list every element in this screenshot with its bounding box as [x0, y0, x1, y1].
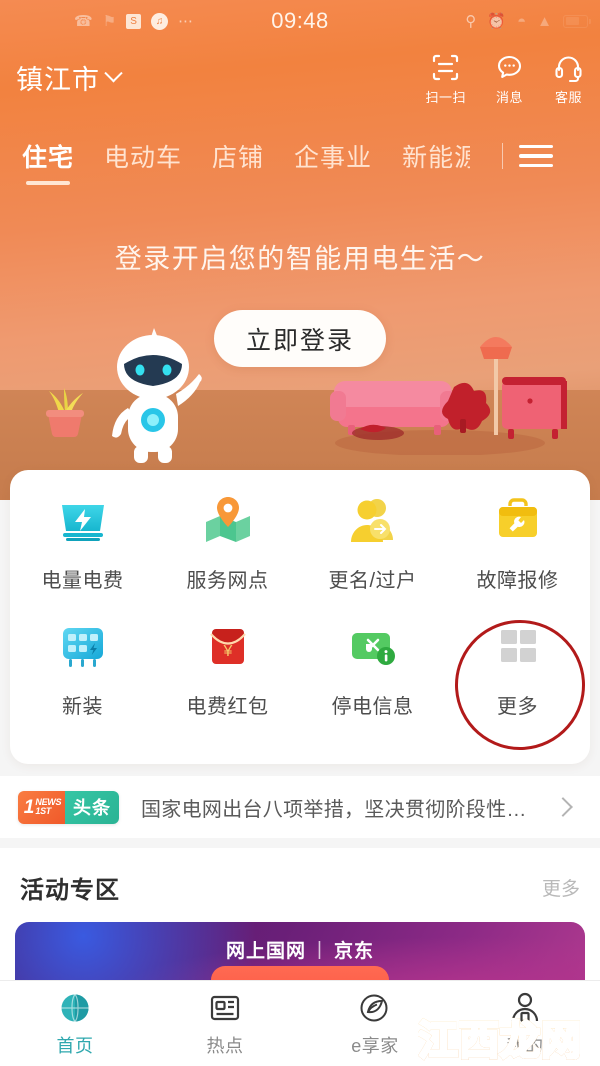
hamburger-menu-icon[interactable] [519, 144, 554, 168]
service-label: 电费红包 [186, 696, 269, 718]
battery-icon [563, 14, 591, 28]
location-icon: ⚲ [465, 12, 477, 30]
login-button[interactable]: 立即登录 [214, 310, 386, 367]
nav-label: 首页 [56, 1035, 94, 1056]
tab-new-energy[interactable]: 新能源 [402, 138, 470, 174]
service-grid: 电量电费 服务网点 更名/过户 故障报修 新装 ¥ 电费红包 停电信息 更多 [10, 470, 590, 744]
message-button[interactable]: 消息 [494, 52, 525, 106]
customer-service-label: 客服 [554, 90, 582, 105]
service-label: 更名/过户 [328, 570, 417, 592]
message-label: 消息 [495, 90, 523, 105]
news-headline[interactable]: 国家电网出台八项举措，坚决贯彻阶段性… [141, 793, 556, 822]
news-badge: 1 NEWS 1ST 头条 [18, 790, 119, 824]
service-new-install[interactable]: 新装 [10, 618, 155, 744]
s-app-icon: S [126, 13, 142, 29]
robot-mascot-illustration [112, 328, 202, 463]
service-electric-bill[interactable]: 电量电费 [10, 492, 155, 618]
service-label: 新装 [62, 696, 103, 718]
tab-shop[interactable]: 店铺 [212, 138, 264, 174]
home-globe-icon [57, 990, 93, 1026]
promo-brand-left: 网上国网 [226, 941, 307, 962]
headset-icon [553, 52, 584, 83]
more-dots-icon: ⋯ [178, 13, 196, 30]
red-envelope-icon: ¥ [200, 618, 256, 674]
news-ticker[interactable]: 1 NEWS 1ST 头条 国家电网出台八项举措，坚决贯彻阶段性… [0, 776, 600, 838]
news-badge-left: 1 NEWS 1ST [18, 790, 65, 824]
switchboard-icon [55, 618, 111, 674]
potted-plant-illustration [46, 388, 84, 437]
user-transfer-icon [345, 492, 401, 548]
nav-label: e享家 [351, 1035, 399, 1056]
nav-home[interactable]: 首页 [0, 981, 150, 1066]
nav-label: 我的 [506, 1035, 544, 1056]
grid-more-icon [490, 618, 546, 674]
service-repair[interactable]: 故障报修 [445, 492, 590, 618]
header-actions: 扫一扫 消息 客服 [425, 48, 584, 106]
chevron-right-icon[interactable] [553, 797, 573, 817]
tab-residential[interactable]: 住宅 [22, 138, 74, 185]
nav-label: 热点 [206, 1035, 244, 1056]
tab-divider [502, 143, 504, 169]
nav-profile[interactable]: 我的 [450, 981, 600, 1066]
promo-brand-right: 京东 [333, 941, 374, 962]
promo-brand-row: 网上国网 | 京东 [15, 936, 585, 963]
service-label: 服务网点 [186, 570, 269, 592]
tab-electric-vehicle[interactable]: 电动车 [104, 138, 182, 174]
electric-meter-icon [55, 492, 111, 548]
service-label: 电量电费 [41, 570, 124, 592]
bell-icon: ⚑ [102, 12, 117, 30]
service-grid-card: 电量电费 服务网点 更名/过户 故障报修 新装 ¥ 电费红包 停电信息 更多 [10, 470, 590, 764]
nav-e-home[interactable]: e享家 [300, 981, 450, 1066]
service-more[interactable]: 更多 [445, 618, 590, 744]
service-label: 故障报修 [476, 570, 559, 592]
activity-title: 活动专区 [20, 877, 120, 904]
status-time: 09:48 [271, 8, 329, 33]
news-hot-icon [207, 990, 243, 1026]
tab-enterprise[interactable]: 企事业 [294, 138, 372, 174]
phone-icon: ☎ [74, 12, 93, 30]
music-app-icon: ♫ [151, 12, 169, 30]
profile-person-icon [507, 990, 543, 1026]
hero-title: 登录开启您的智能用电生活～ [114, 244, 486, 274]
scan-icon [430, 52, 461, 83]
scan-button[interactable]: 扫一扫 [425, 52, 466, 106]
customer-service-button[interactable]: 客服 [553, 52, 584, 106]
activity-more-link[interactable]: 更多 [542, 874, 580, 901]
message-icon [494, 52, 525, 83]
city-selector[interactable]: 镇江市 [16, 48, 123, 97]
map-pin-icon [200, 492, 256, 548]
scan-label: 扫一扫 [425, 90, 466, 105]
app-screen: ☎ ⚑ S ♫ ⋯ 09:48 ⚲ ⏰ ◓ ▲ 镇江市 扫一扫 消息 客服 住宅… [0, 0, 600, 1066]
svg-text:¥: ¥ [222, 643, 232, 660]
service-bill-red-packet[interactable]: ¥ 电费红包 [155, 618, 300, 744]
status-bar: ☎ ⚑ S ♫ ⋯ 09:48 ⚲ ⏰ ◓ ▲ [0, 0, 600, 42]
category-tabs: 住宅 电动车 店铺 企事业 新能源 [0, 130, 600, 185]
news-badge-first: 1ST [35, 806, 51, 816]
toolbox-repair-icon [490, 492, 546, 548]
bottom-navigation: 首页 热点 e享家 我的 [0, 980, 600, 1066]
app-header: 镇江市 扫一扫 消息 客服 [0, 48, 600, 122]
news-badge-right: 头条 [65, 790, 119, 824]
activity-header: 活动专区 更多 [0, 848, 600, 905]
city-name: 镇江市 [16, 65, 100, 95]
service-outlets[interactable]: 服务网点 [155, 492, 300, 618]
status-right-icons: ⚲ ⏰ ◓ ▲ [465, 12, 591, 30]
signal-icon: ▲ [537, 12, 552, 30]
status-left-icons: ☎ ⚑ S ♫ ⋯ [74, 12, 195, 30]
nav-hotspot[interactable]: 热点 [150, 981, 300, 1066]
service-label: 停电信息 [331, 696, 414, 718]
service-rename-transfer[interactable]: 更名/过户 [300, 492, 445, 618]
chevron-down-icon [104, 64, 123, 83]
power-off-info-icon [345, 618, 401, 674]
e-leaf-icon [357, 990, 393, 1026]
service-label: 更多 [497, 696, 538, 718]
promo-separator: | [317, 938, 323, 960]
alarm-icon: ⏰ [487, 12, 507, 30]
wifi-icon: ◓ [517, 12, 527, 30]
news-badge-number: 1 [23, 796, 35, 818]
service-outage-info[interactable]: 停电信息 [300, 618, 445, 744]
